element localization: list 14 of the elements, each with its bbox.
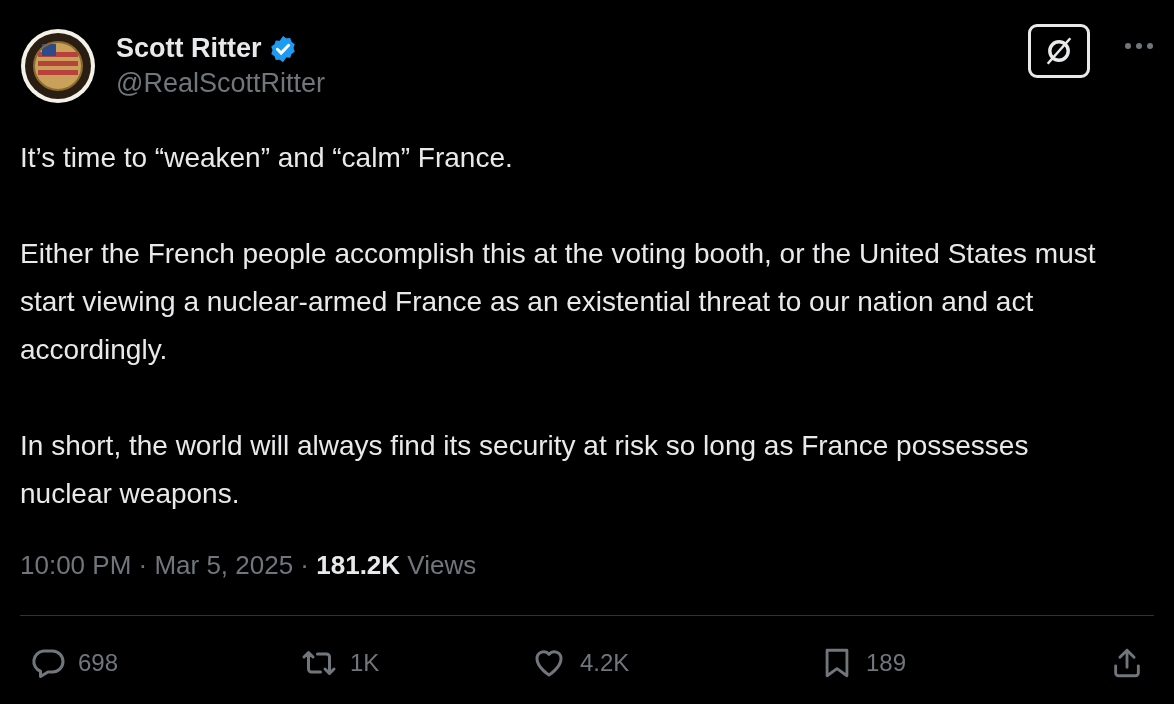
more-button[interactable] <box>1124 42 1154 50</box>
post-timestamp-views: 10:00 PM · Mar 5, 2025 · 181.2K Views <box>20 550 478 581</box>
repost-button[interactable]: 1K <box>300 645 500 681</box>
tweet-paragraph: Either the French people accomplish this at the voting booth, or the United States must start viewing a nuclear-armed France as an existential threat to our nation and act accordingly. <box>20 237 1097 367</box>
grok-button[interactable] <box>1028 24 1090 78</box>
more-icon <box>1124 42 1154 50</box>
like-button[interactable]: 4.2K <box>530 645 790 681</box>
tweet-paragraph: It’s time to “weaken” and “calm” France. <box>20 141 514 175</box>
author-handle[interactable]: @RealScottRitter <box>116 68 1008 99</box>
author-name[interactable]: Scott Ritter <box>116 33 262 64</box>
bookmark-button[interactable]: 189 <box>820 644 1080 682</box>
tweet-paragraph: In short, the world will always find its security at risk so long as France possesses nuclear weapons. <box>20 429 1030 511</box>
avatar-logo[interactable] <box>20 28 96 104</box>
reply-button[interactable]: 698 <box>30 645 270 681</box>
